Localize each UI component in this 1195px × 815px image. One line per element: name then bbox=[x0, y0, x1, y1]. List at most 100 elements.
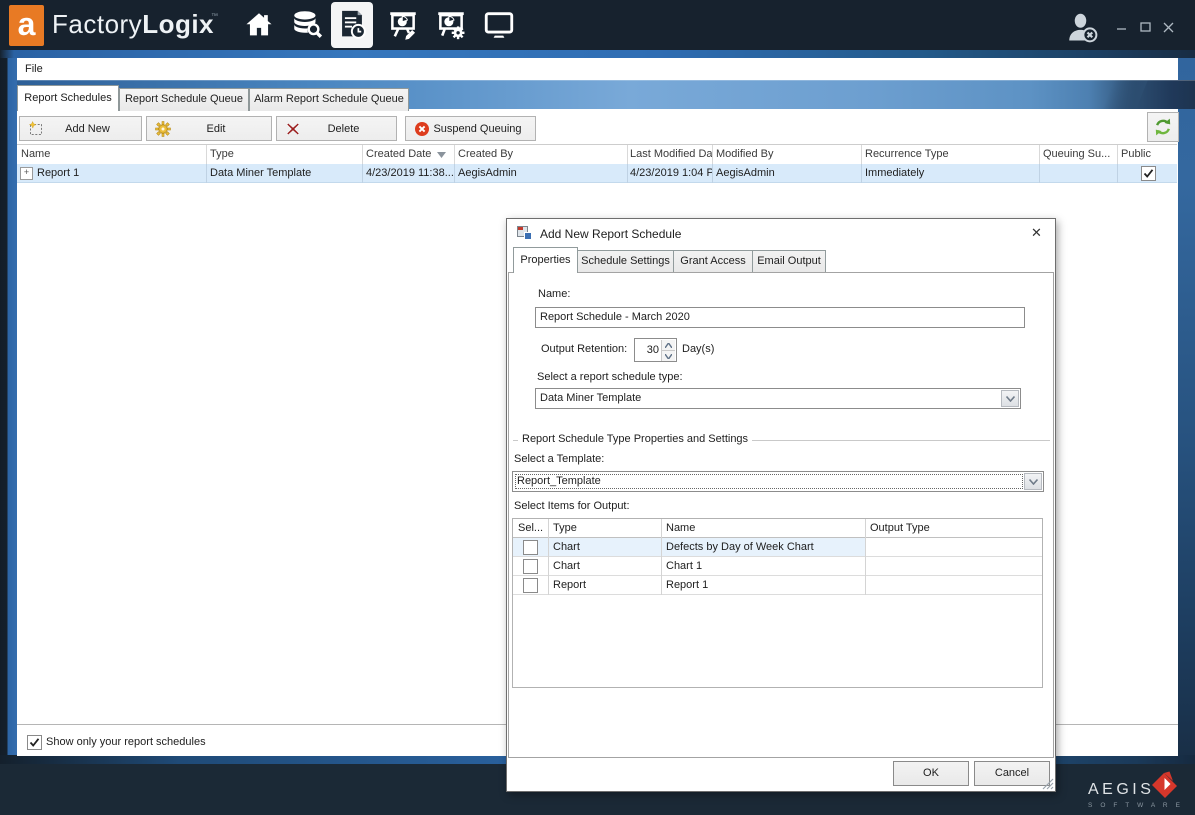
dialog-tab-properties[interactable]: Properties bbox=[513, 247, 578, 273]
name-input[interactable]: Report Schedule - March 2020 bbox=[535, 307, 1025, 328]
cell-name: Report 1 bbox=[33, 164, 207, 182]
items-col-type: Type bbox=[548, 519, 666, 537]
tab-alarm-report-schedule-queue[interactable]: Alarm Report Schedule Queue bbox=[249, 88, 409, 111]
template-dropdown-icon[interactable] bbox=[1024, 473, 1042, 490]
window-border-left bbox=[0, 58, 17, 755]
cancel-button[interactable]: Cancel bbox=[974, 761, 1050, 786]
items-table: Sel... Type Name Output Type Chart Defec… bbox=[512, 518, 1043, 688]
day-unit-label: Day(s) bbox=[682, 343, 714, 355]
tab-report-schedules[interactable]: Report Schedules bbox=[17, 85, 119, 111]
refresh-icon bbox=[1153, 117, 1173, 137]
cell-type: Data Miner Template bbox=[206, 164, 363, 182]
output-retention-value: 30 bbox=[635, 339, 659, 361]
tabstrip-band-highlight bbox=[17, 80, 1195, 81]
items-sep-2 bbox=[661, 519, 662, 595]
database-search-icon[interactable] bbox=[286, 2, 328, 48]
grid-row-report-1[interactable]: + Report 1 Data Miner Template 4/23/2019… bbox=[17, 164, 1177, 183]
items-col-name: Name bbox=[661, 519, 870, 537]
spin-down-icon[interactable] bbox=[661, 350, 675, 361]
items-row-3-name: Report 1 bbox=[661, 576, 870, 594]
dialog-tab-email-output[interactable]: Email Output bbox=[752, 250, 826, 273]
add-new-icon bbox=[28, 121, 44, 137]
menu-file[interactable]: File bbox=[25, 63, 43, 79]
sort-desc-icon[interactable] bbox=[437, 152, 446, 158]
monitor-icon[interactable] bbox=[478, 2, 520, 48]
cell-created-by: AegisAdmin bbox=[454, 164, 628, 182]
col-public[interactable]: Public bbox=[1117, 145, 1179, 163]
items-table-header: Sel... Type Name Output Type bbox=[513, 519, 1042, 538]
col-modified-by[interactable]: Modified By bbox=[712, 145, 862, 163]
dialog-title: Add New Report Schedule bbox=[540, 227, 681, 241]
resize-grip[interactable] bbox=[1041, 777, 1054, 790]
items-row-3-checkbox[interactable] bbox=[523, 578, 538, 593]
items-row-1-name: Defects by Day of Week Chart bbox=[661, 538, 870, 556]
items-label: Select Items for Output: bbox=[514, 500, 630, 512]
maximize-button[interactable] bbox=[1136, 20, 1154, 34]
schedule-type-label: Select a report schedule type: bbox=[537, 371, 683, 383]
user-logout-icon[interactable] bbox=[1064, 13, 1102, 46]
items-row-3-type: Report bbox=[548, 576, 666, 594]
row-expander-icon[interactable]: + bbox=[20, 167, 33, 180]
dialog-tab-grant-access[interactable]: Grant Access bbox=[673, 250, 753, 273]
presentation-settings-icon[interactable] bbox=[430, 2, 472, 48]
suspend-queuing-button[interactable]: Suspend Queuing bbox=[405, 116, 536, 141]
col-type[interactable]: Type bbox=[206, 145, 363, 163]
template-label: Select a Template: bbox=[514, 453, 604, 465]
presentation-edit-icon[interactable] bbox=[382, 2, 424, 48]
cell-last-modified: 4/23/2019 1:04 PM bbox=[627, 164, 713, 182]
delete-button[interactable]: Delete bbox=[276, 116, 397, 141]
cell-modified-by: AegisAdmin bbox=[712, 164, 862, 182]
refresh-button[interactable] bbox=[1147, 112, 1179, 142]
groupbox-title: Report Schedule Type Properties and Sett… bbox=[518, 433, 752, 445]
output-retention-stepper[interactable]: 30 bbox=[634, 338, 677, 362]
items-col-sel: Sel... bbox=[513, 519, 553, 537]
dialog-tab-schedule-settings[interactable]: Schedule Settings bbox=[577, 250, 674, 273]
schedule-type-value: Data Miner Template bbox=[540, 389, 641, 408]
add-new-label: Add New bbox=[65, 123, 110, 135]
reports-icon[interactable] bbox=[331, 2, 373, 48]
schedule-type-dropdown-icon[interactable] bbox=[1001, 390, 1019, 407]
schedule-type-combobox[interactable]: Data Miner Template bbox=[535, 388, 1021, 409]
grid-header: Name Type Created Date Created By Last M… bbox=[17, 144, 1177, 165]
cell-created-date: 4/23/2019 11:38... bbox=[362, 164, 454, 182]
home-icon[interactable] bbox=[238, 2, 280, 48]
suspend-queuing-label: Suspend Queuing bbox=[433, 123, 521, 135]
col-name[interactable]: Name bbox=[17, 145, 207, 163]
dialog-close-icon[interactable]: ✕ bbox=[1031, 225, 1042, 241]
items-row-1-type: Chart bbox=[548, 538, 666, 556]
template-combobox[interactable]: Report_Template bbox=[512, 471, 1044, 492]
col-recurrence-type[interactable]: Recurrence Type bbox=[861, 145, 1040, 163]
show-only-checkbox[interactable] bbox=[27, 735, 42, 750]
show-only-label: Show only your report schedules bbox=[46, 736, 206, 748]
tab-report-schedule-queue[interactable]: Report Schedule Queue bbox=[119, 88, 249, 111]
col-created-by[interactable]: Created By bbox=[454, 145, 628, 163]
col-queuing-suspended[interactable]: Queuing Su... bbox=[1039, 145, 1118, 163]
close-button[interactable] bbox=[1159, 20, 1177, 34]
titlebar: a FactoryLogix ™ bbox=[0, 0, 1195, 50]
edit-label: Edit bbox=[207, 123, 226, 135]
items-row-2-type: Chart bbox=[548, 557, 666, 575]
spin-up-icon[interactable] bbox=[661, 340, 675, 350]
window-border-top bbox=[0, 50, 1195, 58]
items-col-output-type: Output Type bbox=[865, 519, 1047, 537]
dialog-window-icon bbox=[517, 226, 532, 241]
items-row-2-checkbox[interactable] bbox=[523, 559, 538, 574]
cell-queuing bbox=[1039, 164, 1118, 182]
trademark: ™ bbox=[211, 13, 218, 20]
items-row-1[interactable]: Chart Defects by Day of Week Chart bbox=[513, 538, 1042, 557]
items-row-2[interactable]: Chart Chart 1 bbox=[513, 557, 1042, 576]
items-row-3[interactable]: Report Report 1 bbox=[513, 576, 1042, 595]
add-new-button[interactable]: Add New bbox=[19, 116, 142, 141]
edit-button[interactable]: Edit bbox=[146, 116, 272, 141]
focus-rectangle bbox=[515, 474, 1023, 489]
items-row-2-name: Chart 1 bbox=[661, 557, 870, 575]
public-checkbox[interactable] bbox=[1141, 166, 1156, 181]
items-row-1-checkbox[interactable] bbox=[523, 540, 538, 555]
cell-recurrence: Immediately bbox=[861, 164, 1040, 182]
col-last-modified-date[interactable]: Last Modified Date bbox=[627, 145, 713, 163]
delete-label: Delete bbox=[328, 123, 360, 135]
output-retention-label: Output Retention: bbox=[541, 343, 627, 355]
aegis-logo-mark bbox=[1149, 769, 1181, 801]
minimize-button[interactable] bbox=[1113, 20, 1131, 34]
ok-button[interactable]: OK bbox=[893, 761, 969, 786]
